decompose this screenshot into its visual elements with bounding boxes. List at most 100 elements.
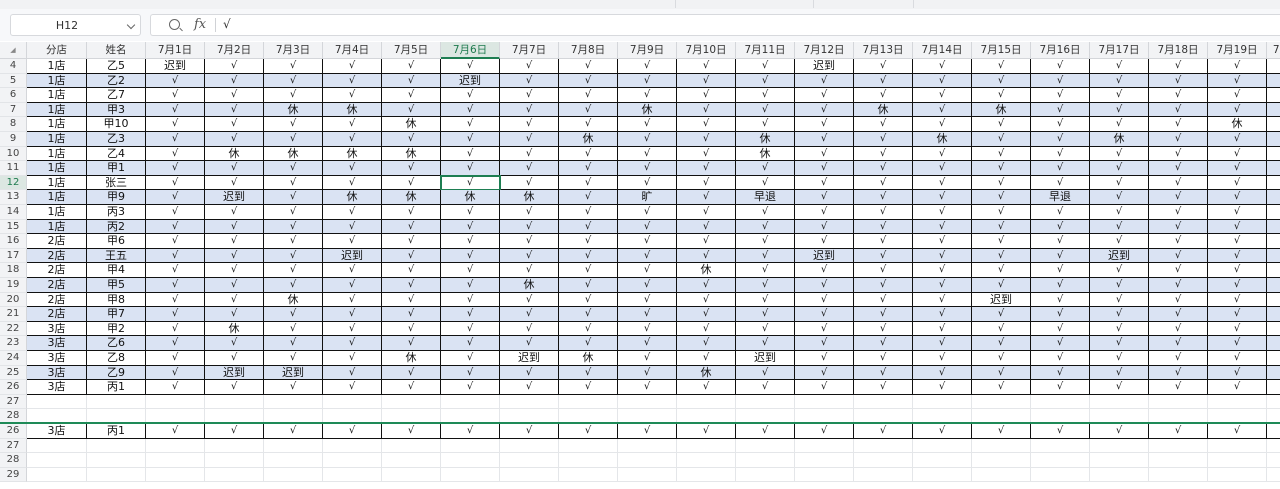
attendance-cell[interactable]: √ <box>205 234 264 249</box>
attendance-cell[interactable]: √ <box>441 365 500 381</box>
attendance-cell[interactable]: √ <box>1031 88 1090 103</box>
attendance-cell[interactable]: √ <box>500 146 559 162</box>
table-cell[interactable] <box>1267 278 1280 293</box>
attendance-cell[interactable]: √ <box>1090 321 1149 337</box>
attendance-cell[interactable]: √ <box>677 234 736 249</box>
row-header[interactable]: 18 <box>0 263 27 278</box>
table-cell[interactable] <box>677 467 736 483</box>
table-cell[interactable] <box>205 394 264 410</box>
column-header[interactable]: 7月8日 <box>559 42 618 59</box>
table-cell[interactable] <box>323 438 382 454</box>
attendance-cell[interactable]: √ <box>441 424 500 439</box>
attendance-cell[interactable]: √ <box>1090 205 1149 220</box>
name-cell[interactable]: 丙1 <box>87 380 146 395</box>
attendance-cell[interactable]: √ <box>854 307 913 322</box>
attendance-cell[interactable]: √ <box>972 117 1031 132</box>
attendance-cell[interactable]: √ <box>1149 263 1208 278</box>
row-header[interactable]: 26 <box>0 380 27 395</box>
attendance-cell[interactable]: 休 <box>382 190 441 205</box>
table-cell[interactable] <box>205 467 264 483</box>
attendance-cell[interactable]: √ <box>618 336 677 351</box>
attendance-cell[interactable]: √ <box>1090 219 1149 235</box>
attendance-cell[interactable]: √ <box>972 351 1031 366</box>
table-cell[interactable] <box>736 438 795 454</box>
attendance-cell[interactable]: √ <box>382 278 441 293</box>
attendance-cell[interactable]: √ <box>913 278 972 293</box>
name-cell[interactable]: 乙7 <box>87 88 146 103</box>
attendance-cell[interactable]: √ <box>677 59 736 74</box>
attendance-cell[interactable]: √ <box>382 248 441 264</box>
attendance-cell[interactable]: √ <box>1031 146 1090 162</box>
attendance-cell[interactable]: √ <box>1149 175 1208 191</box>
attendance-cell[interactable]: √ <box>913 205 972 220</box>
column-header[interactable]: 7月15日 <box>972 42 1031 59</box>
attendance-cell[interactable]: √ <box>500 292 559 308</box>
attendance-cell[interactable]: √ <box>913 234 972 249</box>
attendance-cell[interactable]: √ <box>972 59 1031 74</box>
attendance-cell[interactable]: √ <box>1149 88 1208 103</box>
attendance-cell[interactable]: √ <box>1149 205 1208 220</box>
attendance-cell[interactable]: √ <box>205 424 264 439</box>
attendance-cell[interactable]: √ <box>323 424 382 439</box>
attendance-cell[interactable]: √ <box>1149 307 1208 322</box>
attendance-cell[interactable]: √ <box>1208 73 1267 89</box>
attendance-cell[interactable]: √ <box>854 292 913 308</box>
attendance-cell[interactable]: √ <box>1149 365 1208 381</box>
attendance-cell[interactable]: 迟到 <box>205 365 264 381</box>
attendance-cell[interactable]: 休 <box>677 365 736 381</box>
row-header[interactable]: 10 <box>0 146 27 162</box>
table-cell[interactable] <box>618 394 677 410</box>
column-header[interactable]: 姓名 <box>87 42 146 59</box>
attendance-cell[interactable]: √ <box>559 263 618 278</box>
attendance-cell[interactable]: √ <box>205 351 264 366</box>
attendance-cell[interactable]: √ <box>500 132 559 147</box>
attendance-cell[interactable]: √ <box>500 424 559 439</box>
attendance-cell[interactable]: √ <box>382 102 441 118</box>
attendance-cell[interactable]: √ <box>913 365 972 381</box>
formula-value[interactable]: √ <box>223 17 231 31</box>
attendance-cell[interactable]: √ <box>1149 278 1208 293</box>
attendance-cell[interactable]: √ <box>618 307 677 322</box>
attendance-cell[interactable]: √ <box>795 190 854 205</box>
attendance-cell[interactable]: 迟到 <box>795 248 854 264</box>
name-cell[interactable]: 乙2 <box>87 73 146 89</box>
name-cell[interactable]: 甲7 <box>87 307 146 322</box>
table-cell[interactable] <box>913 438 972 454</box>
attendance-cell[interactable]: √ <box>146 248 205 264</box>
attendance-cell[interactable]: √ <box>854 59 913 74</box>
attendance-cell[interactable]: √ <box>1208 336 1267 351</box>
attendance-cell[interactable]: √ <box>618 117 677 132</box>
attendance-cell[interactable]: √ <box>1149 248 1208 264</box>
table-cell[interactable] <box>27 394 87 410</box>
row-header[interactable]: 22 <box>0 321 27 337</box>
attendance-cell[interactable]: 休 <box>441 190 500 205</box>
column-header[interactable]: 7月13日 <box>854 42 913 59</box>
attendance-cell[interactable]: √ <box>972 321 1031 337</box>
attendance-cell[interactable]: √ <box>441 307 500 322</box>
attendance-cell[interactable]: √ <box>441 102 500 118</box>
store-cell[interactable]: 3店 <box>27 424 87 439</box>
table-cell[interactable] <box>205 453 264 468</box>
attendance-cell[interactable]: √ <box>559 59 618 74</box>
zoom-icon[interactable] <box>169 19 180 30</box>
table-cell[interactable] <box>500 453 559 468</box>
attendance-cell[interactable]: √ <box>913 117 972 132</box>
name-cell[interactable]: 甲1 <box>87 161 146 176</box>
name-cell[interactable]: 乙5 <box>87 59 146 74</box>
attendance-cell[interactable]: √ <box>1208 205 1267 220</box>
attendance-cell[interactable]: √ <box>323 219 382 235</box>
attendance-cell[interactable]: √ <box>972 380 1031 395</box>
attendance-cell[interactable]: √ <box>913 263 972 278</box>
table-cell[interactable] <box>87 438 146 454</box>
table-cell[interactable] <box>441 467 500 483</box>
attendance-cell[interactable]: √ <box>382 73 441 89</box>
attendance-cell[interactable]: √ <box>618 424 677 439</box>
attendance-cell[interactable]: √ <box>205 205 264 220</box>
table-cell[interactable] <box>264 467 323 483</box>
name-cell[interactable]: 甲3 <box>87 102 146 118</box>
attendance-cell[interactable]: √ <box>618 248 677 264</box>
row-header[interactable]: 20 <box>0 292 27 308</box>
table-cell[interactable] <box>618 453 677 468</box>
row-header[interactable]: 7 <box>0 102 27 118</box>
row-header[interactable]: 17 <box>0 248 27 264</box>
